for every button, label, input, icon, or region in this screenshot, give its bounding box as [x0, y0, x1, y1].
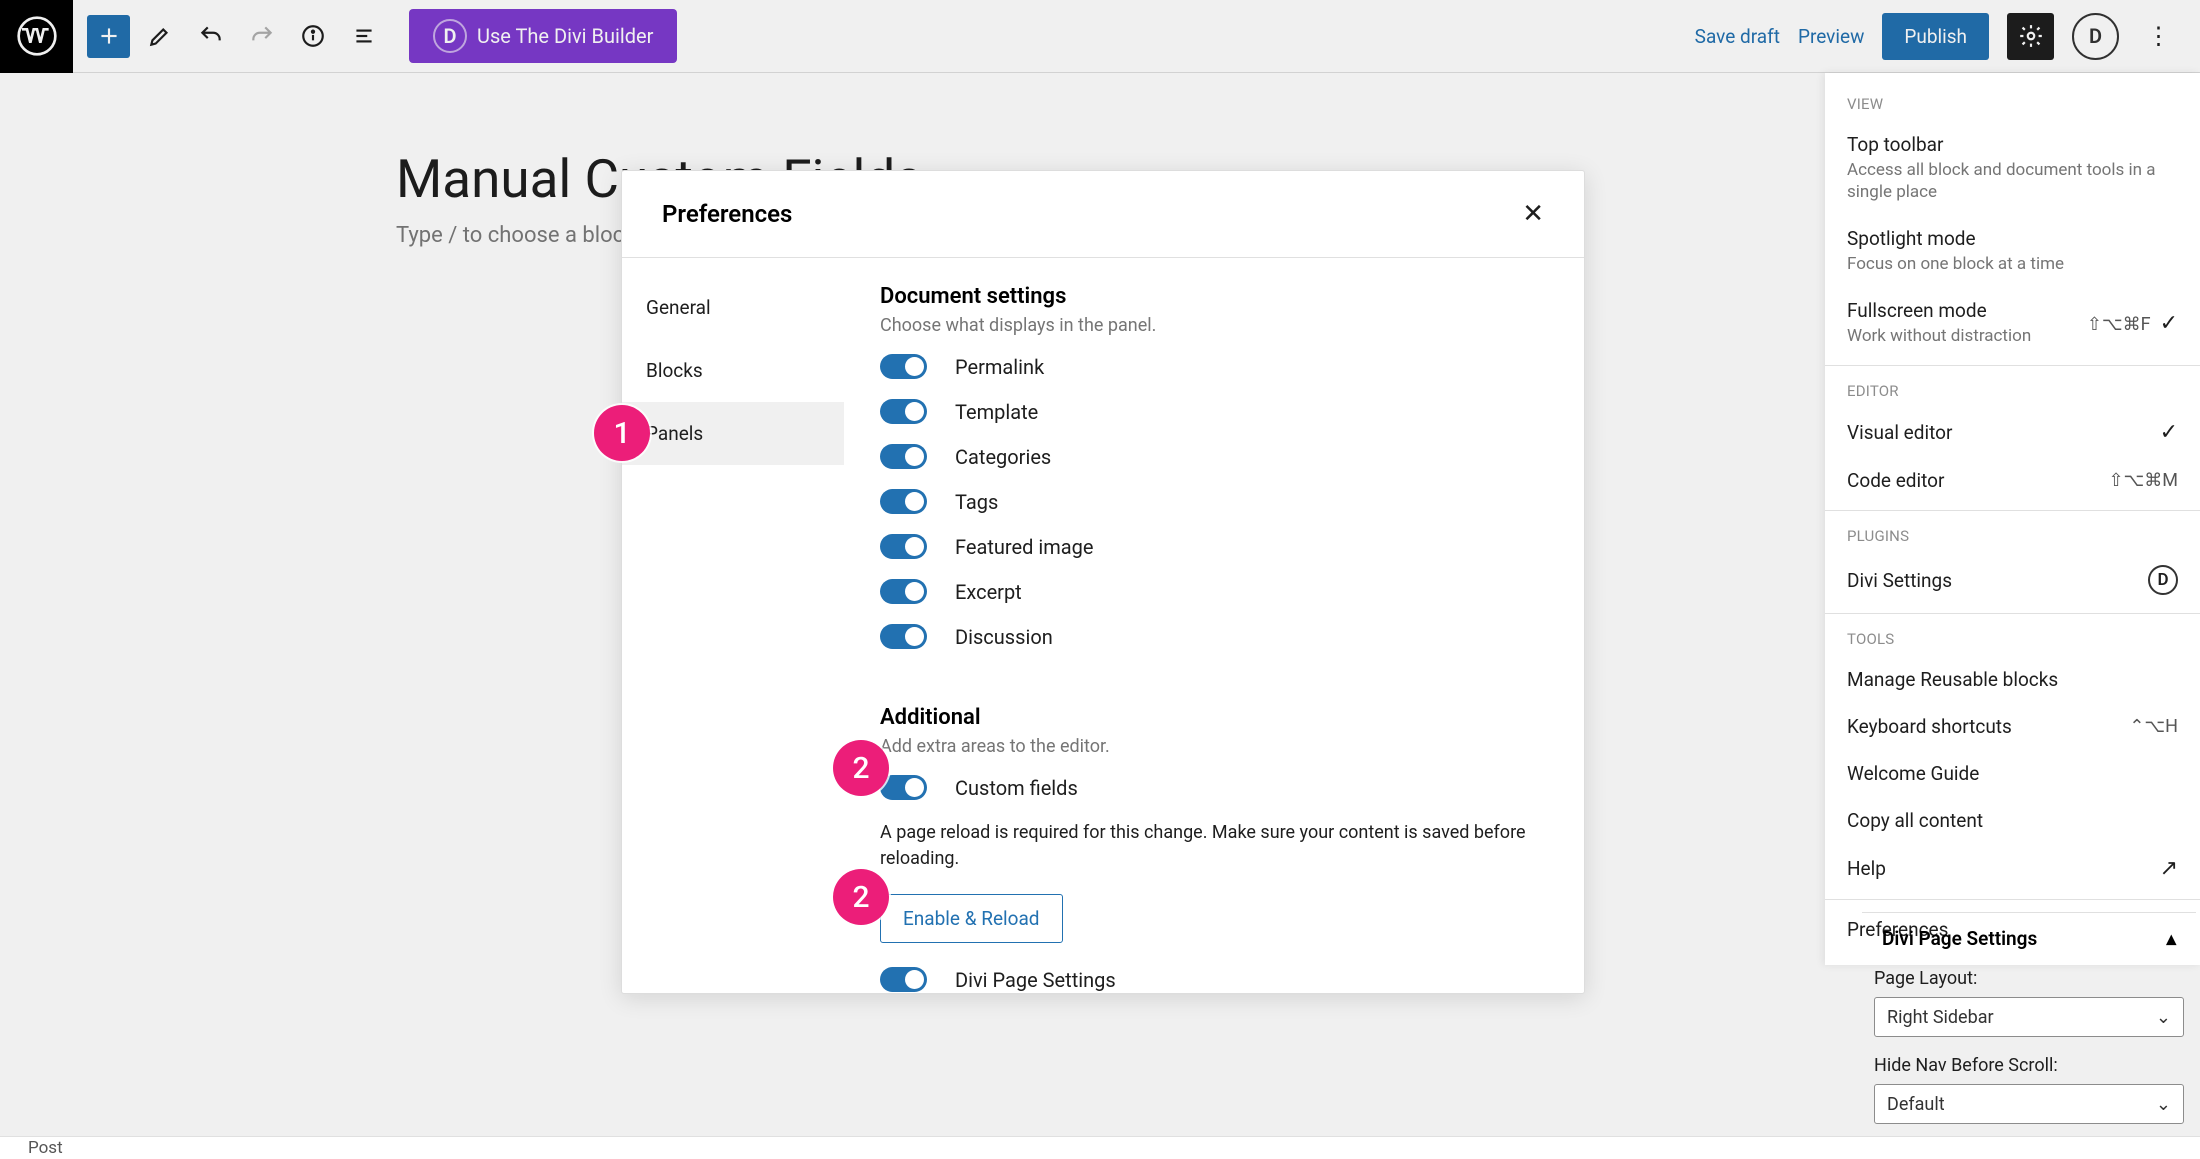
- reload-note: A page reload is required for this chang…: [880, 820, 1536, 872]
- menu-section-view: VIEW: [1825, 85, 2200, 121]
- label-categories: Categories: [955, 445, 1051, 469]
- menu-copy-all[interactable]: Copy all content: [1825, 797, 2200, 844]
- panel-title: Divi Page Settings: [1882, 927, 2037, 950]
- document-settings-title: Document settings: [880, 284, 1536, 309]
- menu-help[interactable]: Help↗: [1825, 844, 2200, 893]
- toggle-excerpt[interactable]: [880, 579, 927, 604]
- label-featured-image: Featured image: [955, 535, 1093, 559]
- modal-title: Preferences: [662, 200, 792, 228]
- enable-reload-button[interactable]: Enable & Reload: [880, 894, 1063, 943]
- toggle-template[interactable]: [880, 399, 927, 424]
- chevron-down-icon: ⌄: [2156, 1007, 2171, 1028]
- toggle-featured-image[interactable]: [880, 534, 927, 559]
- menu-code-editor[interactable]: Code editor⇧⌥⌘M: [1825, 457, 2200, 504]
- label-custom-fields: Custom fields: [955, 776, 1078, 800]
- menu-section-editor: EDITOR: [1825, 372, 2200, 408]
- menu-divi-settings[interactable]: Divi SettingsD: [1825, 553, 2200, 607]
- toggle-permalink[interactable]: [880, 354, 927, 379]
- menu-section-plugins: PLUGINS: [1825, 517, 2200, 553]
- menu-welcome-guide[interactable]: Welcome Guide: [1825, 750, 2200, 797]
- breadcrumb[interactable]: Post: [28, 1138, 63, 1158]
- menu-fullscreen-mode[interactable]: Fullscreen modeWork without distraction⇧…: [1825, 287, 2200, 359]
- menu-section-tools: TOOLS: [1825, 620, 2200, 656]
- preferences-modal: Preferences ✕ General Blocks Panels Docu…: [621, 170, 1585, 994]
- label-template: Template: [955, 400, 1038, 424]
- toggle-categories[interactable]: [880, 444, 927, 469]
- additional-desc: Add extra areas to the editor.: [880, 736, 1536, 757]
- page-layout-label: Page Layout:: [1874, 964, 2184, 997]
- toggle-custom-fields[interactable]: [880, 775, 927, 800]
- label-divi-page-settings: Divi Page Settings: [955, 968, 1116, 992]
- additional-title: Additional: [880, 705, 1536, 730]
- label-discussion: Discussion: [955, 625, 1053, 649]
- menu-visual-editor[interactable]: Visual editor✓: [1825, 408, 2200, 457]
- tab-blocks[interactable]: Blocks: [622, 339, 844, 402]
- annotation-1: 1: [594, 405, 650, 461]
- close-icon[interactable]: ✕: [1522, 199, 1544, 229]
- menu-keyboard-shortcuts[interactable]: Keyboard shortcuts⌃⌥H: [1825, 703, 2200, 750]
- label-permalink: Permalink: [955, 355, 1044, 379]
- check-icon: ✓: [2160, 311, 2178, 336]
- divi-logo-icon: D: [2148, 565, 2178, 595]
- menu-manage-reusable[interactable]: Manage Reusable blocks: [1825, 656, 2200, 703]
- menu-top-toolbar[interactable]: Top toolbarAccess all block and document…: [1825, 121, 2200, 215]
- page-layout-select[interactable]: Right Sidebar⌄: [1874, 997, 2184, 1037]
- toggle-discussion[interactable]: [880, 624, 927, 649]
- label-excerpt: Excerpt: [955, 580, 1022, 604]
- menu-spotlight-mode[interactable]: Spotlight modeFocus on one block at a ti…: [1825, 215, 2200, 287]
- chevron-down-icon: ⌄: [2156, 1094, 2171, 1115]
- check-icon: ✓: [2160, 420, 2178, 445]
- document-settings-desc: Choose what displays in the panel.: [880, 315, 1536, 336]
- modal-tabs: General Blocks Panels: [622, 258, 844, 1002]
- annotation-2: 2: [833, 740, 889, 796]
- tab-panels[interactable]: Panels: [622, 402, 844, 465]
- label-tags: Tags: [955, 490, 998, 514]
- toggle-tags[interactable]: [880, 489, 927, 514]
- collapse-icon[interactable]: ▴: [2166, 927, 2176, 950]
- annotation-3: 2: [833, 869, 889, 925]
- hide-nav-label: Hide Nav Before Scroll:: [1874, 1051, 2184, 1084]
- editor-footer: Post: [0, 1136, 2200, 1159]
- toggle-divi-page-settings[interactable]: [880, 967, 927, 992]
- divi-page-settings-panel: Divi Page Settings ▴ Page Layout: Right S…: [1862, 912, 2196, 1124]
- hide-nav-select[interactable]: Default⌄: [1874, 1084, 2184, 1124]
- external-link-icon: ↗: [2160, 856, 2178, 881]
- options-menu: VIEW Top toolbarAccess all block and doc…: [1825, 73, 2200, 965]
- tab-general[interactable]: General: [622, 276, 844, 339]
